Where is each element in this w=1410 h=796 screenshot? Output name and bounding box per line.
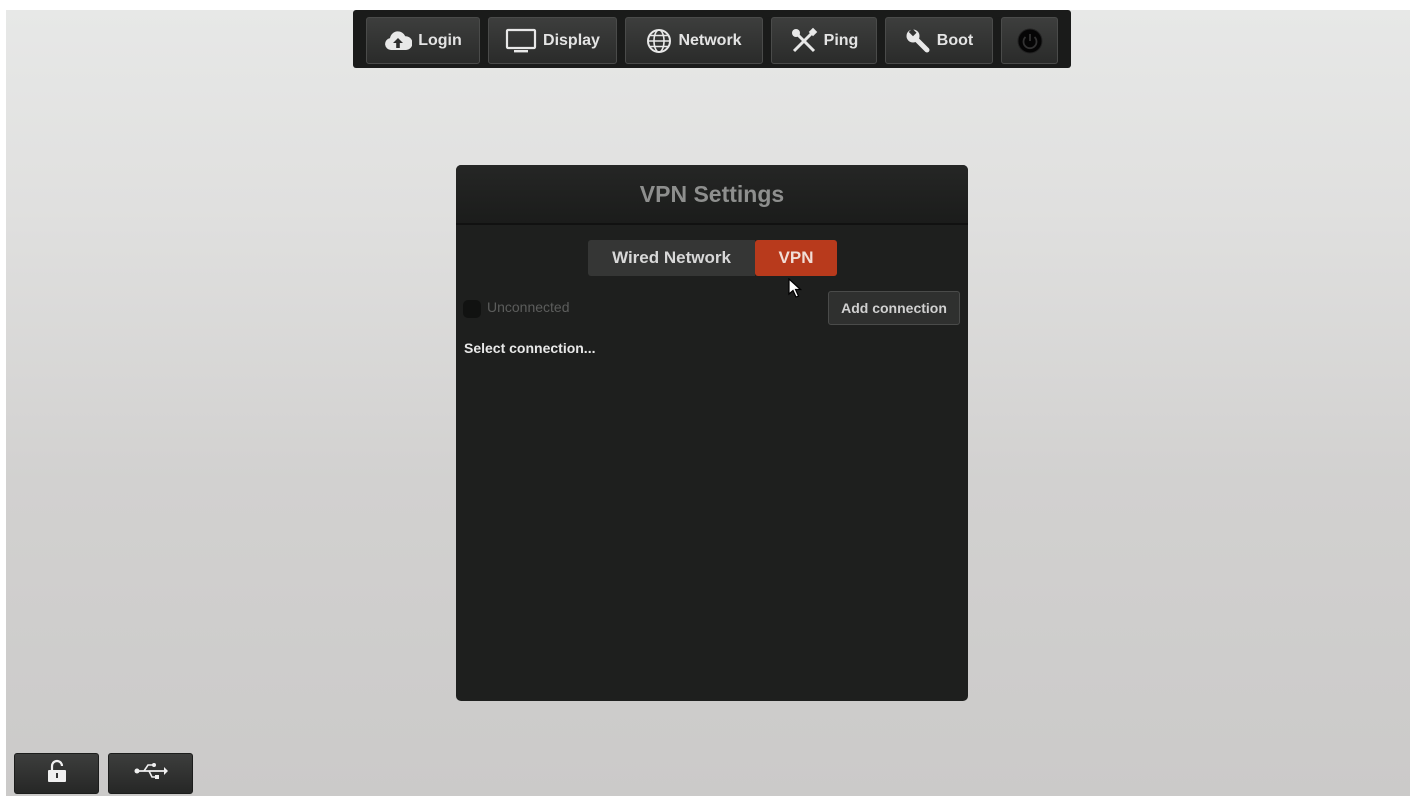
- mouse-cursor-icon: [788, 277, 803, 303]
- connection-status: Unconnected: [487, 299, 570, 315]
- boot-label: Boot: [936, 31, 974, 49]
- power-button[interactable]: [1001, 17, 1058, 64]
- dialog-title: VPN Settings: [639, 180, 785, 207]
- ping-label: Ping: [823, 31, 859, 49]
- monitor-icon: [505, 28, 537, 54]
- cloud-upload-icon: [384, 30, 413, 51]
- add-connection-button[interactable]: Add connection: [828, 291, 960, 325]
- display-button[interactable]: Display: [488, 17, 617, 64]
- network-button[interactable]: Network: [625, 17, 763, 64]
- dialog-header: VPN Settings: [456, 165, 968, 225]
- boot-button[interactable]: Boot: [885, 17, 993, 64]
- usb-button[interactable]: [108, 753, 193, 794]
- ping-button[interactable]: Ping: [771, 17, 877, 64]
- vpn-settings-dialog: VPN Settings Wired Network VPN Unconnect…: [456, 165, 968, 701]
- lock-icon: [46, 758, 68, 789]
- power-icon: [1016, 27, 1044, 55]
- usb-icon: [134, 761, 168, 786]
- top-toolbar: Login Display Network Ping Boot: [353, 10, 1071, 68]
- tools-icon: [790, 27, 818, 55]
- lock-button[interactable]: [14, 753, 99, 794]
- login-button[interactable]: Login: [366, 17, 480, 64]
- wrench-icon: [905, 27, 931, 54]
- network-label: Network: [678, 31, 742, 49]
- globe-icon: [646, 28, 672, 54]
- login-label: Login: [418, 31, 462, 49]
- tab-wired-network[interactable]: Wired Network: [588, 240, 755, 276]
- display-label: Display: [543, 31, 600, 49]
- status-indicator-icon: [463, 300, 481, 318]
- tab-vpn[interactable]: VPN: [755, 240, 837, 276]
- select-connection-prompt: Select connection...: [464, 340, 596, 356]
